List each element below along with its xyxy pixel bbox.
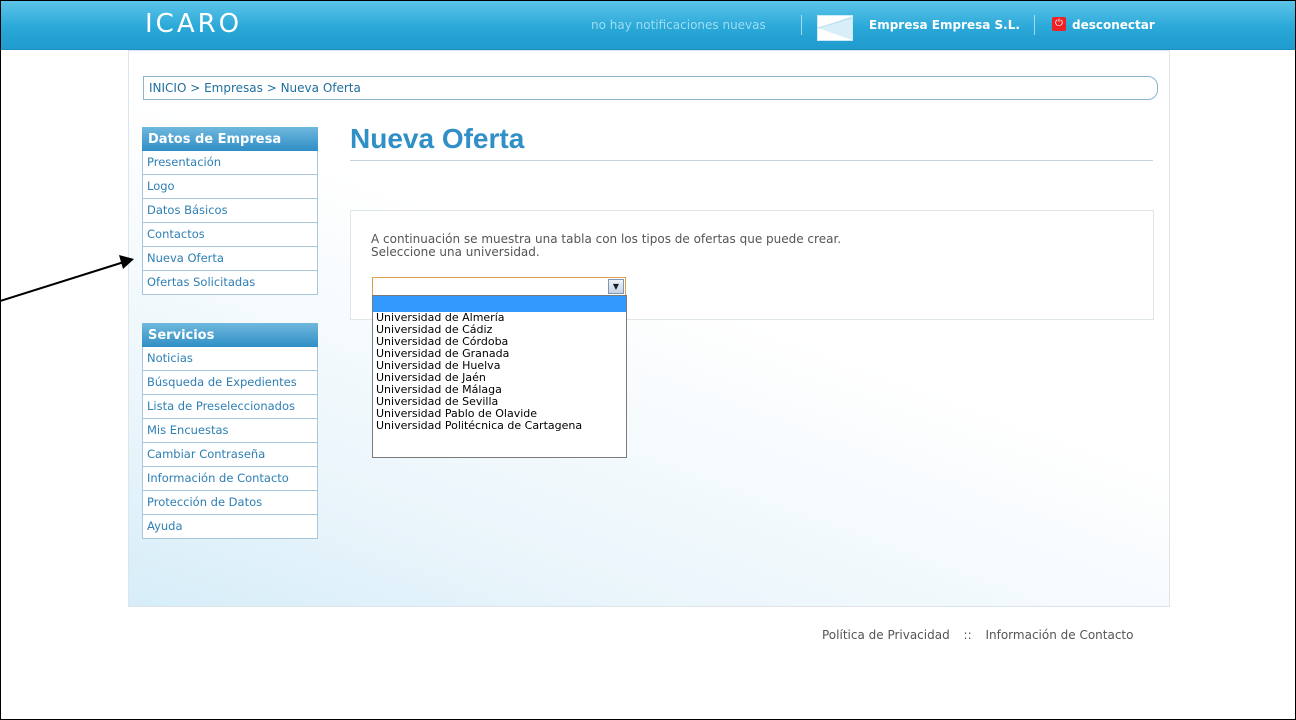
menu-title-services: Servicios (142, 323, 318, 347)
power-icon[interactable]: ⏻ (1052, 17, 1066, 31)
sidebar-item-ayuda[interactable]: Ayuda (142, 515, 318, 539)
sidebar-item-datos-basicos[interactable]: Datos Básicos (142, 199, 318, 223)
annotation-arrow-icon (0, 255, 134, 302)
sidebar-item-presentacion[interactable]: Presentación (142, 151, 318, 175)
menu-title-company: Datos de Empresa (142, 127, 318, 151)
chevron-down-icon[interactable]: ▼ (608, 279, 624, 294)
university-select[interactable]: ▼ (372, 277, 626, 296)
sidebar-item-nueva-oferta[interactable]: Nueva Oferta (142, 247, 318, 271)
footer: Política de Privacidad :: Información de… (822, 628, 1133, 642)
sidebar-item-ofertas-solicitadas[interactable]: Ofertas Solicitadas (142, 271, 318, 295)
sidebar-item-contactos[interactable]: Contactos (142, 223, 318, 247)
top-bar: ICARO no hay notificaciones nuevas Empre… (1, 1, 1295, 50)
company-data-menu: Datos de Empresa Presentación Logo Datos… (142, 127, 318, 295)
sidebar-item-busqueda-expedientes[interactable]: Búsqueda de Expedientes (142, 371, 318, 395)
dropdown-option-empty[interactable] (373, 296, 626, 312)
sidebar-item-cambiar-contrasena[interactable]: Cambiar Contraseña (142, 443, 318, 467)
intro-text: A continuación se muestra una tabla con … (371, 233, 841, 259)
university-dropdown-list[interactable]: Universidad de Almería Universidad de Cá… (372, 295, 627, 458)
dropdown-option[interactable]: Universidad Politécnica de Cartagena (373, 420, 626, 432)
sidebar-item-informacion-contacto[interactable]: Información de Contacto (142, 467, 318, 491)
divider (1034, 15, 1035, 35)
breadcrumb: INICIO > Empresas > Nueva Oferta (143, 76, 1158, 100)
envelope-icon[interactable] (817, 15, 853, 41)
notifications-text[interactable]: no hay notificaciones nuevas (591, 18, 766, 32)
page-title: Nueva Oferta (350, 123, 525, 154)
sidebar-item-noticias[interactable]: Noticias (142, 347, 318, 371)
sidebar-item-mis-encuestas[interactable]: Mis Encuestas (142, 419, 318, 443)
services-menu: Servicios Noticias Búsqueda de Expedient… (142, 323, 318, 539)
contact-info-link[interactable]: Información de Contacto (985, 628, 1133, 642)
site-logo[interactable]: ICARO (145, 9, 242, 39)
sidebar-item-lista-preseleccionados[interactable]: Lista de Preseleccionados (142, 395, 318, 419)
sidebar-item-proteccion-datos[interactable]: Protección de Datos (142, 491, 318, 515)
intro-line-2: Seleccione una universidad. (371, 245, 540, 259)
privacy-policy-link[interactable]: Política de Privacidad (822, 628, 950, 642)
logout-link[interactable]: desconectar (1072, 18, 1155, 32)
breadcrumb-text[interactable]: INICIO > Empresas > Nueva Oferta (149, 81, 361, 95)
envelope-icon-graphic (817, 16, 853, 40)
sidebar-item-logo[interactable]: Logo (142, 175, 318, 199)
title-divider (350, 160, 1153, 161)
footer-separator: :: (963, 628, 972, 642)
divider (801, 15, 802, 35)
company-name[interactable]: Empresa Empresa S.L. (869, 18, 1020, 32)
